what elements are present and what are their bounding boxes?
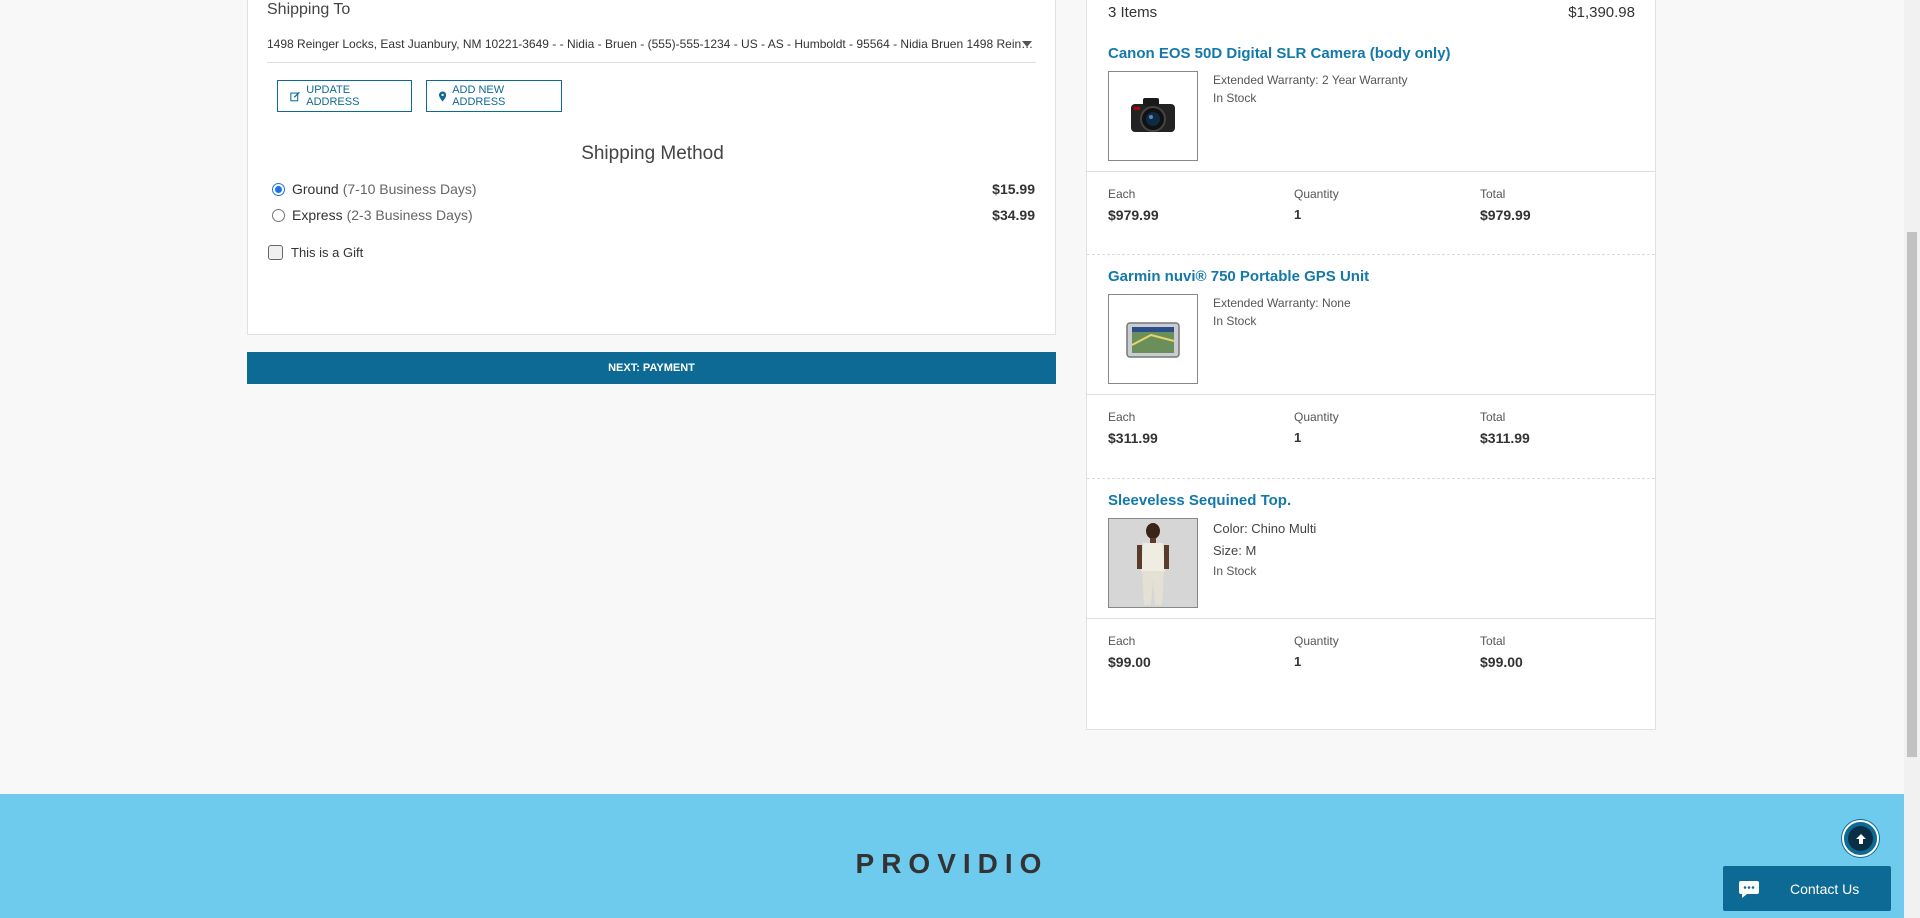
product-link[interactable]: Garmin nuvi® 750 Portable GPS Unit xyxy=(1108,268,1369,285)
method-name: Express xyxy=(292,207,343,223)
product-stock: In Stock xyxy=(1213,91,1257,105)
price-quantity: Quantity 1 xyxy=(1294,634,1339,669)
price-total: Total $979.99 xyxy=(1480,187,1531,223)
quantity-label: Quantity xyxy=(1294,187,1339,201)
quantity-value: 1 xyxy=(1294,207,1302,222)
each-label: Each xyxy=(1108,634,1136,648)
contact-us-chat-button[interactable]: Contact Us xyxy=(1723,866,1891,911)
next-payment-button[interactable]: NEXT: PAYMENT xyxy=(247,352,1056,384)
product-color: Color: Chino Multi xyxy=(1213,521,1317,536)
method-price: $15.99 xyxy=(992,181,1035,197)
map-pin-icon xyxy=(439,91,447,101)
quantity-label: Quantity xyxy=(1294,634,1339,648)
price-total: Total $311.99 xyxy=(1480,410,1530,446)
divider xyxy=(1087,254,1655,255)
product-link[interactable]: Sleeveless Sequined Top. xyxy=(1108,492,1291,509)
summary-header: 3 Items $1,390.98 xyxy=(1108,4,1635,24)
update-address-label: UPDATE ADDRESS xyxy=(306,84,360,108)
shipping-method-express[interactable]: Express (2-3 Business Days) $34.99 xyxy=(272,205,1035,225)
divider xyxy=(1087,171,1655,172)
each-value: $979.99 xyxy=(1108,207,1159,223)
product-stock: In Stock xyxy=(1213,564,1257,578)
shipping-address-select[interactable]: 1498 Reinger Locks, East Juanbury, NM 10… xyxy=(267,35,1036,63)
price-total: Total $99.00 xyxy=(1480,634,1523,670)
total-label: Total xyxy=(1480,187,1506,201)
product-meta: Color: Chino Multi Size: M In Stock xyxy=(1213,518,1316,580)
each-label: Each xyxy=(1108,187,1136,201)
method-days: (2-3 Business Days) xyxy=(346,207,473,223)
gps-product-image[interactable] xyxy=(1108,294,1198,384)
method-days: (7-10 Business Days) xyxy=(342,181,477,197)
scroll-to-top-button[interactable] xyxy=(1842,820,1879,857)
apparel-product-image[interactable] xyxy=(1108,518,1198,608)
express-radio[interactable] xyxy=(272,208,285,222)
quantity-label: Quantity xyxy=(1294,410,1339,424)
vertical-scrollbar[interactable] xyxy=(1904,0,1920,918)
each-value: $311.99 xyxy=(1108,430,1158,446)
product-link[interactable]: Canon EOS 50D Digital SLR Camera (body o… xyxy=(1108,45,1451,62)
edit-icon xyxy=(290,91,300,101)
price-quantity: Quantity 1 xyxy=(1294,410,1339,445)
gift-label: This is a Gift xyxy=(291,245,364,260)
product-stock: In Stock xyxy=(1213,314,1257,328)
chevron-down-icon xyxy=(1022,41,1032,47)
contact-us-label: Contact Us xyxy=(1790,880,1860,897)
camera-product-image[interactable] xyxy=(1108,71,1198,161)
product-warranty: Extended Warranty: None xyxy=(1213,296,1351,310)
total-value: $311.99 xyxy=(1480,430,1530,446)
chat-icon xyxy=(1737,878,1761,900)
add-new-address-button[interactable]: ADD NEW ADDRESS xyxy=(426,80,562,112)
divider xyxy=(1087,618,1655,619)
total-value: $979.99 xyxy=(1480,207,1531,223)
total-value: $99.00 xyxy=(1480,654,1523,670)
each-value: $99.00 xyxy=(1108,654,1151,670)
price-each: Each $99.00 xyxy=(1108,634,1151,670)
shipping-method-title: Shipping Method xyxy=(581,143,724,164)
arrow-up-icon xyxy=(1848,826,1873,851)
items-count: 3 Items xyxy=(1108,4,1158,21)
product-meta: Extended Warranty: 2 Year Warranty In St… xyxy=(1213,71,1408,107)
method-price: $34.99 xyxy=(992,207,1035,223)
ground-radio[interactable] xyxy=(272,182,285,196)
price-each: Each $979.99 xyxy=(1108,187,1159,223)
scrollbar-thumb[interactable] xyxy=(1907,232,1917,757)
product-size: Size: M xyxy=(1213,543,1257,558)
site-footer: PROVIDIO xyxy=(0,794,1904,918)
summary-total: $1,390.98 xyxy=(1568,4,1635,21)
each-label: Each xyxy=(1108,410,1136,424)
order-summary: 3 Items $1,390.98 Canon EOS 50D Digital … xyxy=(1086,0,1656,730)
price-each: Each $311.99 xyxy=(1108,410,1158,446)
shipping-card: Shipping To 1498 Reinger Locks, East Jua… xyxy=(247,0,1056,335)
shipping-method-ground[interactable]: Ground (7-10 Business Days) $15.99 xyxy=(272,179,1035,199)
divider xyxy=(1087,478,1655,479)
gift-option[interactable]: This is a Gift xyxy=(268,245,363,260)
shipping-address-value: 1498 Reinger Locks, East Juanbury, NM 10… xyxy=(267,37,1034,51)
method-name: Ground xyxy=(292,181,339,197)
shipping-to-title: Shipping To xyxy=(267,1,351,18)
add-new-address-label: ADD NEW ADDRESS xyxy=(452,84,506,108)
gift-checkbox[interactable] xyxy=(268,245,283,260)
quantity-value: 1 xyxy=(1294,430,1302,445)
divider xyxy=(1087,394,1655,395)
price-quantity: Quantity 1 xyxy=(1294,187,1339,222)
product-warranty: Extended Warranty: 2 Year Warranty xyxy=(1213,73,1408,87)
footer-brand-logo[interactable]: PROVIDIO xyxy=(0,848,1904,880)
update-address-button[interactable]: UPDATE ADDRESS xyxy=(277,80,412,112)
total-label: Total xyxy=(1480,410,1506,424)
quantity-value: 1 xyxy=(1294,654,1302,669)
product-meta: Extended Warranty: None In Stock xyxy=(1213,294,1351,330)
total-label: Total xyxy=(1480,634,1506,648)
